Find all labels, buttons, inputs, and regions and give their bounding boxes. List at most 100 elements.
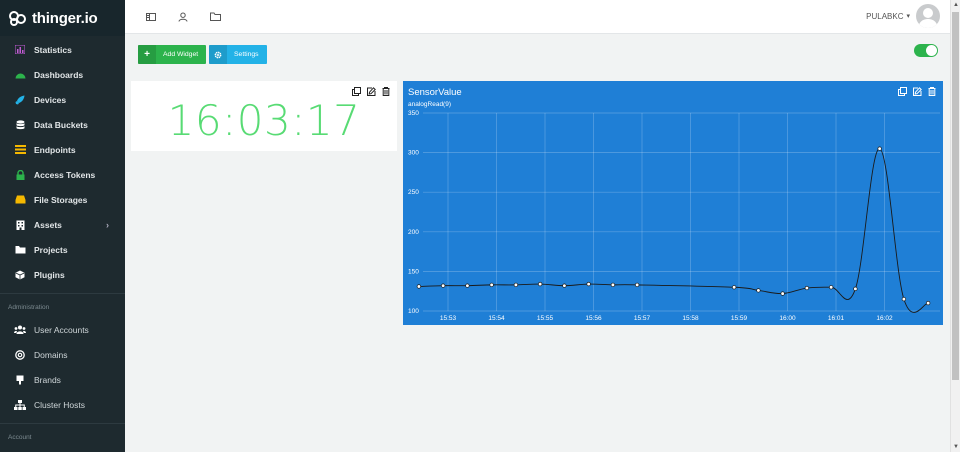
- clock-widget: 16:03:17: [131, 81, 397, 151]
- logo-icon: [8, 10, 28, 26]
- toggle-sidebar-icon[interactable]: [143, 9, 159, 25]
- scroll-up-icon[interactable]: ▲: [953, 2, 959, 8]
- plugin-icon: [14, 270, 26, 279]
- settings-button[interactable]: Settings: [209, 45, 267, 64]
- edit-icon[interactable]: [912, 86, 922, 96]
- x-tick-label: 15:58: [682, 315, 699, 322]
- x-tick-label: 15:54: [488, 315, 505, 322]
- bar-chart-icon: [14, 45, 26, 54]
- data-point: [489, 282, 494, 288]
- x-tick-label: 16:02: [876, 315, 893, 322]
- chevron-down-icon: ▾: [906, 13, 910, 20]
- data-point: [562, 283, 567, 288]
- data-point: [853, 286, 858, 291]
- admin-nav: User Accounts Domains Brands Cluster Hos…: [0, 317, 125, 417]
- username: PULABKC: [866, 11, 904, 21]
- sidebar-item-data-buckets[interactable]: Data Buckets: [0, 112, 125, 137]
- edit-icon[interactable]: [366, 86, 376, 96]
- gear-icon: [209, 45, 227, 64]
- sidebar-item-label: Assets: [34, 219, 62, 230]
- account-heading: Account: [8, 434, 32, 441]
- sidebar-item-label: Projects: [34, 244, 68, 255]
- data-point: [513, 282, 519, 288]
- user-menu[interactable]: PULABKC ▾: [866, 4, 940, 28]
- sidebar-item-endpoints[interactable]: Endpoints: [0, 137, 125, 162]
- sidebar-item-brands[interactable]: Brands: [0, 367, 125, 392]
- scroll-down-icon[interactable]: ▼: [953, 444, 959, 450]
- chart-title: SensorValue: [408, 87, 462, 98]
- toggle-knob: [926, 45, 937, 56]
- lock-icon: [14, 169, 26, 180]
- x-tick-label: 15:55: [537, 315, 554, 322]
- folder-icon[interactable]: [207, 9, 223, 25]
- data-point: [634, 282, 640, 288]
- sidebar-item-dashboards[interactable]: Dashboards: [0, 62, 125, 87]
- user-icon[interactable]: [175, 9, 191, 25]
- x-tick-label: 16:00: [779, 315, 796, 322]
- logo[interactable]: thinger.io: [0, 0, 125, 36]
- hdd-icon: [14, 195, 26, 204]
- y-tick-label: 200: [408, 229, 419, 236]
- series-line: [418, 148, 929, 313]
- x-tick-label: 16:01: [828, 315, 845, 322]
- building-icon: [14, 220, 26, 230]
- brand-icon: [14, 375, 26, 384]
- data-point: [610, 282, 616, 288]
- data-point: [416, 284, 422, 289]
- copy-icon[interactable]: [351, 86, 361, 96]
- x-tick-label: 15:57: [634, 315, 651, 322]
- line-chart: 100 150 200 250 300 350 15:53 15:54 15:55 15:56 15…: [408, 110, 940, 322]
- data-point: [586, 281, 591, 287]
- data-point: [901, 296, 907, 302]
- sidebar-item-label: Dashboards: [34, 69, 84, 80]
- endpoints-icon: [14, 145, 26, 154]
- users-icon: [14, 325, 26, 334]
- y-tick-label: 100: [408, 308, 419, 315]
- sitemap-icon: [14, 399, 26, 410]
- sidebar-item-file-storages[interactable]: File Storages: [0, 187, 125, 212]
- data-point: [756, 288, 761, 293]
- sidebar-item-label: Domains: [34, 349, 68, 360]
- at-icon: [14, 349, 26, 360]
- chevron-right-icon: ›: [106, 219, 109, 230]
- data-point: [465, 283, 470, 288]
- x-tick-label: 15:56: [585, 315, 602, 322]
- database-icon: [14, 119, 26, 129]
- x-tick-label: 15:53: [440, 315, 457, 322]
- trash-icon[interactable]: [927, 86, 937, 96]
- trash-icon[interactable]: [381, 86, 391, 96]
- data-point: [780, 291, 785, 296]
- add-widget-button[interactable]: + Add Widget: [138, 45, 206, 64]
- copy-icon[interactable]: [897, 86, 907, 96]
- avatar[interactable]: [916, 4, 940, 28]
- sidebar-item-label: Access Tokens: [34, 169, 96, 180]
- sidebar-item-domains[interactable]: Domains: [0, 342, 125, 367]
- add-widget-label: Add Widget: [163, 51, 199, 58]
- sidebar-item-cluster-hosts[interactable]: Cluster Hosts: [0, 392, 125, 417]
- y-tick-label: 350: [408, 110, 419, 117]
- widget-tools: [351, 86, 391, 96]
- chart-widget: 100 150 200 250 300 350 15:53 15:54 15:55 15:56 15…: [403, 81, 943, 325]
- sidebar-item-user-accounts[interactable]: User Accounts: [0, 317, 125, 342]
- page-scrollbar[interactable]: ▲ ▼: [950, 0, 960, 452]
- edit-mode-toggle[interactable]: [914, 44, 938, 57]
- sidebar-item-statistics[interactable]: Statistics: [0, 37, 125, 62]
- sidebar-item-label: File Storages: [34, 194, 88, 205]
- topbar: PULABKC ▾: [125, 0, 950, 34]
- sidebar-item-access-tokens[interactable]: Access Tokens: [0, 162, 125, 187]
- dashboard-icon: [14, 70, 26, 79]
- y-tick-label: 150: [408, 268, 419, 275]
- data-point: [926, 300, 931, 306]
- sidebar-item-label: Cluster Hosts: [34, 399, 86, 410]
- sidebar-item-devices[interactable]: Devices: [0, 87, 125, 112]
- sidebar-item-label: User Accounts: [34, 324, 89, 335]
- data-point: [829, 285, 834, 290]
- data-point: [877, 146, 882, 151]
- scrollbar-thumb[interactable]: [952, 12, 959, 380]
- settings-label: Settings: [234, 51, 259, 58]
- sidebar-item-label: Data Buckets: [34, 119, 88, 130]
- sidebar-item-plugins[interactable]: Plugins: [0, 262, 125, 287]
- sidebar-item-projects[interactable]: Projects: [0, 237, 125, 262]
- sidebar-item-label: Plugins: [34, 269, 65, 280]
- sidebar-item-assets[interactable]: Assets ›: [0, 212, 125, 237]
